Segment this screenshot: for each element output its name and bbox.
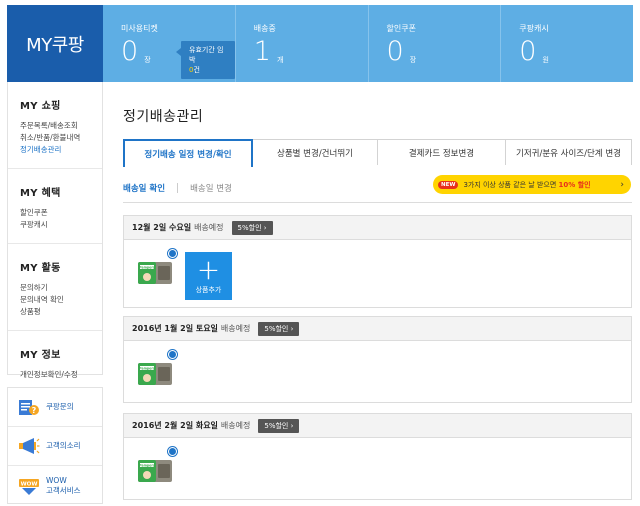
product-thumbnail[interactable]: Pampers [136,450,174,486]
tab-bar: 정기배송 일정 변경/확인 상품별 변경/건너뛰기 결제카드 정보변경 기저귀/… [123,139,632,167]
wow-icon-text: WOW [21,481,38,487]
stat-label: 배송중 [253,24,276,33]
page-title: 정기배송관리 [123,109,204,125]
svc-wow-service[interactable]: WOW WOW 고객서비스 [8,466,102,505]
sidebar-section-info: MY 정보 개인정보확인/수정 [8,331,102,393]
my-coupang-logo[interactable]: MY쿠팡 [7,5,103,82]
delivery-header: 2016년 2월 2일 화요일 배송예정 5%할인 › [124,414,631,438]
stat-label: 미사용티켓 [121,24,158,33]
delivery-block: 2016년 2월 2일 화요일 배송예정 5%할인 › Pampers [123,413,632,500]
subtab-bar: 배송일 확인 배송일 변경 [123,182,232,194]
plus-icon: + [196,253,221,286]
product-brand: Pampers [139,266,155,270]
product-thumbnail[interactable]: Pampers [136,353,174,389]
divider [123,202,632,203]
svc-customer-voice[interactable]: 고객의소리 [8,427,102,466]
promo-text: 3가지 이상 상품 같은 날 받으면 [463,180,557,189]
product-thumbnail[interactable]: Pampers [136,252,174,288]
sidebar-section-title: MY 활동 [20,263,61,274]
tab-payment-card[interactable]: 결제카드 정보변경 [378,139,506,165]
svc-label: 쿠팡문의 [46,402,74,411]
discount-button[interactable]: 5%할인 › [231,220,273,235]
sidebar-link-profile[interactable]: 개인정보확인/수정 [20,369,102,381]
svc-label: 고객의소리 [46,441,81,450]
customer-service-box: ? 쿠팡문의 고객의소리 WOW WOW 고객서비스 [7,387,103,504]
product-badge-icon [168,350,177,359]
stat-unit: 원 [542,56,549,64]
add-product-label: 상품추가 [195,286,222,294]
delivery-status: 배송예정 [194,223,224,232]
sidebar-link-orders[interactable]: 주문목록/배송조회 [20,120,102,132]
delivery-block: 12월 2일 수요일 배송예정 5%할인 › Pampers + 상품추가 [123,215,632,308]
add-product-button[interactable]: + 상품추가 [185,252,232,300]
discount-button[interactable]: 5%할인 › [258,321,300,336]
sidebar-link-returns[interactable]: 취소/반품/환불내역 [20,132,102,144]
stat-coupons[interactable]: 할인쿠폰 0장 [367,5,501,82]
svc-label-line2: 고객서비스 [46,485,81,495]
sidebar-link-inquiry-history[interactable]: 문의내역 확인 [20,294,102,306]
delivery-header: 12월 2일 수요일 배송예정 5%할인 › [124,216,631,240]
stat-label: 할인쿠폰 [386,24,416,33]
tab-product-change[interactable]: 상품별 변경/건너뛰기 [253,139,378,165]
tab-size-change[interactable]: 기저귀/분유 사이즈/단계 변경 [506,139,632,165]
sidebar-section-shopping: MY 쇼핑 주문목록/배송조회 취소/반품/환불내역 정기배송관리 [8,82,102,169]
inquiry-icon: ? [19,400,39,415]
stat-unit: 개 [276,56,284,64]
stat-unused-tickets[interactable]: 미사용티켓 0장 유효기간 임박 0건 [103,5,235,82]
sidebar: MY 쇼핑 주문목록/배송조회 취소/반품/환불내역 정기배송관리 MY 혜택 … [7,82,103,379]
expiry-tooltip: 유효기간 임박 0건 [176,41,235,79]
delivery-block: 2016년 1월 2일 토요일 배송예정 5%할인 › Pampers [123,316,632,403]
tab-schedule[interactable]: 정기배송 일정 변경/확인 [123,139,253,167]
svc-label-line1: WOW [46,475,67,485]
sidebar-section-title: MY 쇼핑 [20,101,61,112]
chevron-right-icon: › [620,179,624,190]
stat-cash[interactable]: 쿠팡캐시 0원 [500,5,633,82]
svc-label: WOW 고객서비스 [46,476,81,496]
stat-label: 쿠팡캐시 [519,24,549,33]
subtab-change-date[interactable]: 배송일 변경 [190,182,232,194]
product-badge-icon [168,447,177,456]
new-badge: NEW [438,180,459,189]
delivery-date: 2016년 2월 2일 화요일 [132,421,218,430]
stat-value: 0 [386,36,404,67]
svc-coupang-inquiry[interactable]: ? 쿠팡문의 [8,388,102,427]
subtab-divider [177,183,179,193]
sidebar-link-reviews[interactable]: 상품평 [20,306,102,318]
sidebar-section-title: MY 혜택 [20,188,61,199]
delivery-date: 12월 2일 수요일 [132,223,192,232]
sidebar-section-benefits: MY 혜택 할인쿠폰 쿠팡캐시 [8,169,102,244]
tooltip-text: 유효기간 임박 [189,46,224,64]
delivery-status: 배송예정 [220,324,251,333]
sidebar-link-subscription[interactable]: 정기배송관리 [20,144,102,156]
delivery-status: 배송예정 [220,421,251,430]
stat-shipping[interactable]: 배송중 1개 [234,5,368,82]
stat-unit: 장 [144,56,151,64]
stat-unit: 장 [409,56,417,64]
sidebar-section-title: MY 정보 [20,350,61,361]
svg-text:?: ? [32,406,37,415]
stat-value: 1 [253,36,271,67]
sidebar-link-coupons[interactable]: 할인쿠폰 [20,207,102,219]
sidebar-section-activity: MY 활동 문의하기 문의내역 확인 상품평 [8,244,102,331]
delivery-date: 2016년 1월 2일 토요일 [132,324,218,333]
sidebar-link-cash[interactable]: 쿠팡캐시 [20,219,102,231]
promo-banner[interactable]: NEW 3가지 이상 상품 같은 날 받으면 10% 할인 › [433,175,631,194]
megaphone-icon [19,438,40,454]
stats-bar: 미사용티켓 0장 유효기간 임박 0건 배송중 1개 할인쿠폰 0장 쿠팡캐시 … [103,5,633,82]
stat-value: 0 [121,36,139,67]
delivery-header: 2016년 1월 2일 토요일 배송예정 5%할인 › [124,317,631,341]
tooltip-unit: 건 [193,66,200,74]
product-badge-icon [168,249,177,258]
product-brand: Pampers [139,464,155,468]
promo-highlight: 10% 할인 [558,180,591,189]
discount-button[interactable]: 5%할인 › [258,418,300,433]
product-brand: Pampers [139,367,155,371]
sidebar-link-inquiry[interactable]: 문의하기 [20,282,102,294]
subtab-check-date[interactable]: 배송일 확인 [123,182,165,194]
stat-value: 0 [519,36,537,67]
wow-icon: WOW [19,478,39,495]
